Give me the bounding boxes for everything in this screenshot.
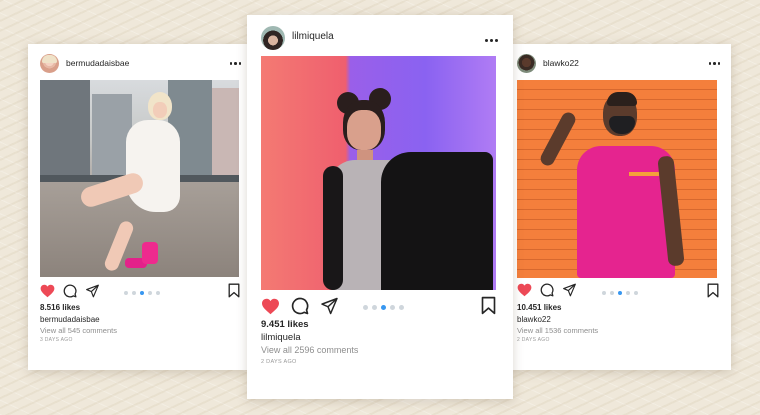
likes-count[interactable]: 8.516 likes xyxy=(40,303,80,312)
comment-icon[interactable] xyxy=(291,297,309,315)
avatar[interactable] xyxy=(40,53,59,73)
avatar[interactable] xyxy=(261,26,285,50)
share-icon[interactable] xyxy=(562,283,577,297)
heart-icon[interactable] xyxy=(261,298,280,315)
share-icon[interactable] xyxy=(85,284,100,298)
bookmark-icon[interactable] xyxy=(707,283,719,298)
post-header: bermudadaisbae xyxy=(28,44,250,82)
comment-icon[interactable] xyxy=(540,283,554,297)
post-username[interactable]: lilmiquela xyxy=(292,31,334,42)
view-comments-link[interactable]: View all 545 comments xyxy=(40,326,117,335)
more-icon[interactable] xyxy=(485,39,498,42)
post-photo[interactable] xyxy=(40,80,239,277)
post-photo[interactable] xyxy=(261,56,496,290)
heart-icon[interactable] xyxy=(40,284,55,298)
carousel-dots xyxy=(124,291,160,295)
post-card-blawko22: blawko22 10.451 likes blawko22 View all … xyxy=(507,44,731,370)
bookmark-icon[interactable] xyxy=(481,296,496,315)
caption-username[interactable]: bermudadaisbae xyxy=(40,315,100,324)
carousel-dots xyxy=(602,291,638,295)
action-bar xyxy=(40,284,100,298)
caption-username[interactable]: blawko22 xyxy=(517,315,551,324)
comment-icon[interactable] xyxy=(63,284,77,298)
likes-count[interactable]: 10.451 likes xyxy=(517,303,561,312)
action-bar xyxy=(517,283,577,297)
post-card-lilmiquela: lilmiquela 9.451 likes lilmiquela View a… xyxy=(247,15,513,399)
likes-count[interactable]: 9.451 likes xyxy=(261,319,309,330)
post-card-bermudadaisbae: bermudadaisbae 8.516 likes bermudadaisba… xyxy=(28,44,250,370)
carousel-dots xyxy=(363,305,404,310)
post-header: blawko22 xyxy=(507,44,731,82)
avatar[interactable] xyxy=(517,53,536,73)
post-username[interactable]: blawko22 xyxy=(543,58,579,68)
post-timestamp: 3 DAYS AGO xyxy=(40,337,73,343)
post-header: lilmiquela xyxy=(247,15,513,61)
view-comments-link[interactable]: View all 1536 comments xyxy=(517,326,598,335)
more-icon[interactable] xyxy=(229,62,241,65)
caption-username[interactable]: lilmiquela xyxy=(261,332,301,343)
bookmark-icon[interactable] xyxy=(228,283,240,298)
heart-icon[interactable] xyxy=(517,283,532,297)
share-icon[interactable] xyxy=(320,297,339,315)
post-username[interactable]: bermudadaisbae xyxy=(66,58,129,68)
post-photo[interactable] xyxy=(517,80,717,278)
post-timestamp: 2 DAYS AGO xyxy=(261,359,297,365)
more-icon[interactable] xyxy=(708,62,720,65)
post-timestamp: 2 DAYS AGO xyxy=(517,337,550,343)
action-bar xyxy=(261,297,339,315)
view-comments-link[interactable]: View all 2596 comments xyxy=(261,345,358,355)
